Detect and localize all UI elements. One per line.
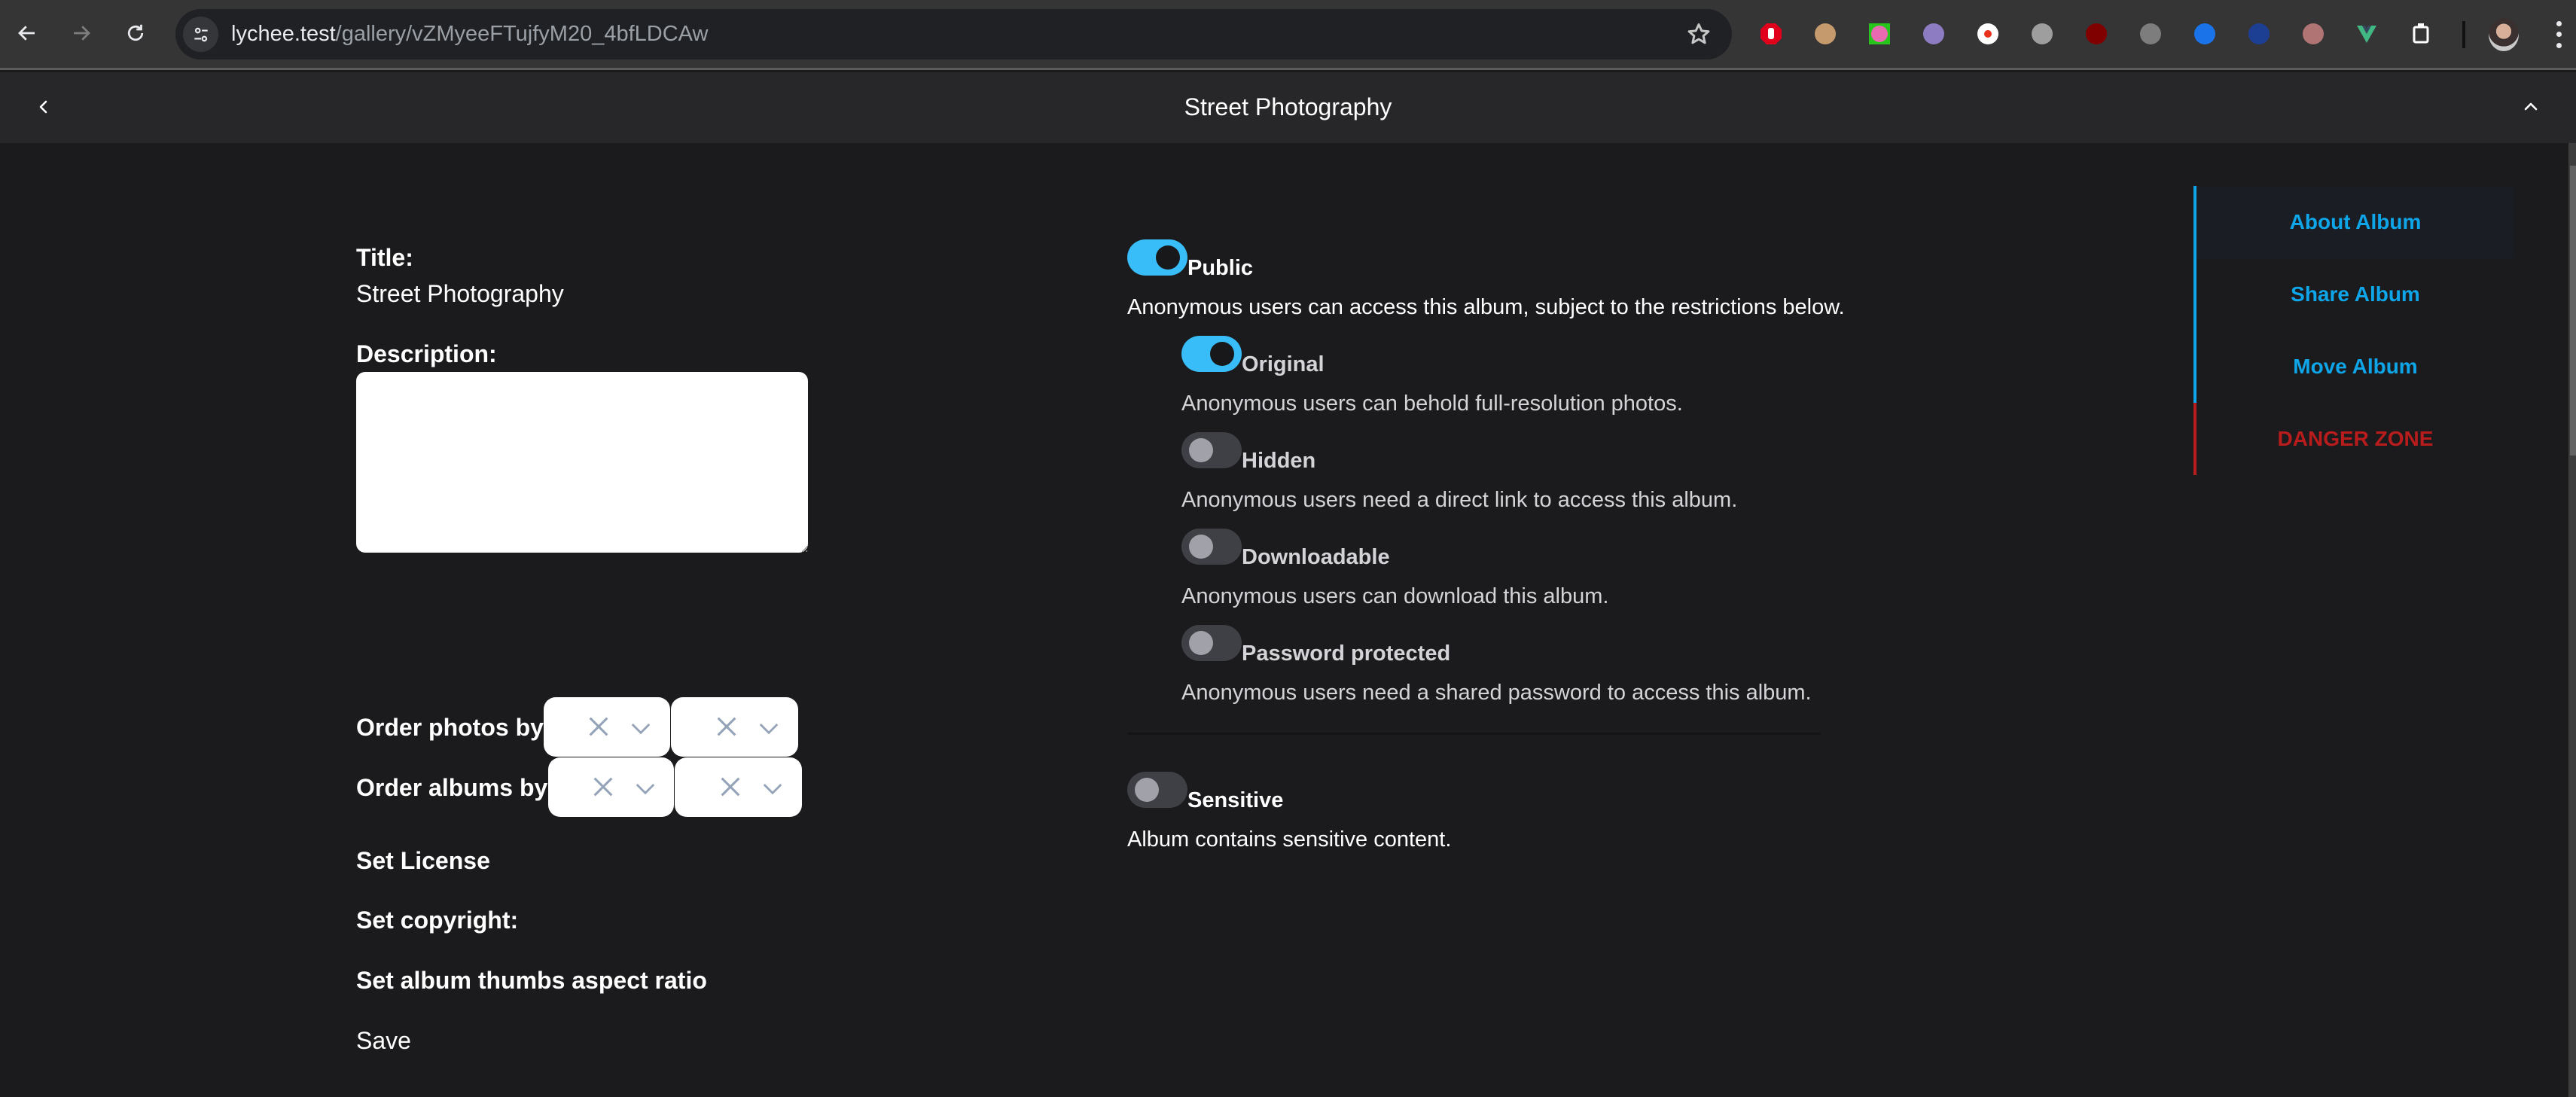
bookmark-star-icon[interactable]: [1685, 21, 1712, 48]
nav-danger-zone[interactable]: DANGER ZONE: [2193, 403, 2514, 475]
site-settings-button[interactable]: [183, 17, 218, 52]
downloadable-label: Downloadable: [1242, 545, 1390, 569]
screen-capture-icon[interactable]: [2192, 21, 2218, 47]
description-label: Description:: [356, 340, 497, 367]
hidden-toggle[interactable]: [1181, 432, 1242, 468]
scrollbar-thumb[interactable]: [2570, 166, 2576, 456]
section-divider: [1127, 733, 1820, 735]
hidden-description: Anonymous users need a direct link to ac…: [1181, 488, 1738, 512]
hidden-label: Hidden: [1242, 449, 1316, 473]
sensitive-label: Sensitive: [1187, 788, 1284, 812]
toggle-knob: [1189, 535, 1213, 559]
order-albums-label: Order albums by: [356, 774, 548, 801]
set-license-label[interactable]: Set License: [356, 846, 490, 875]
address-bar[interactable]: lychee.test/gallery/vZMyeeFTujfyM20_4bfL…: [175, 9, 1732, 59]
toggle-knob: [1156, 245, 1180, 270]
toolbar-separator: [2462, 21, 2465, 48]
browser-toolbar: lychee.test/gallery/vZMyeeFTujfyM20_4bfL…: [0, 0, 2576, 70]
glasses-face-icon[interactable]: [1812, 21, 1838, 47]
downloadable-toggle[interactable]: [1181, 529, 1242, 565]
record-icon[interactable]: [1975, 21, 2001, 47]
clear-icon[interactable]: [718, 774, 743, 800]
original-toggle[interactable]: [1181, 336, 1242, 372]
album-settings-nav: About Album Share Album Move Album DANGE…: [2193, 186, 2514, 475]
extensions-puzzle-icon[interactable]: [2409, 21, 2434, 47]
url-host: lychee.test: [231, 22, 336, 46]
candy-icon[interactable]: [1867, 21, 1892, 47]
sensitive-description: Album contains sensitive content.: [1127, 827, 1452, 852]
toggle-knob: [1189, 438, 1213, 462]
public-description: Anonymous users can access this album, s…: [1127, 295, 1845, 319]
collapse-button[interactable]: [2517, 93, 2544, 120]
profile-avatar[interactable]: [2489, 18, 2519, 51]
set-copyright-label[interactable]: Set copyright:: [356, 906, 518, 934]
save-button[interactable]: Save: [356, 1026, 411, 1055]
ublock-icon[interactable]: [2084, 21, 2109, 47]
title-value[interactable]: Street Photography: [356, 279, 564, 308]
clear-icon[interactable]: [714, 714, 739, 739]
csp-shield-icon[interactable]: [2138, 21, 2163, 47]
description-textarea[interactable]: [356, 372, 808, 553]
downloadable-description: Anonymous users can download this album.: [1181, 584, 1609, 608]
browser-reload-button[interactable]: [119, 17, 152, 50]
chevron-down-icon[interactable]: [634, 777, 657, 800]
browser-back-button[interactable]: [11, 17, 44, 50]
page-scrollbar[interactable]: [2568, 143, 2576, 1097]
public-label: Public: [1187, 256, 1254, 280]
nav-about-album[interactable]: About Album: [2193, 186, 2514, 258]
page-title: Street Photography: [1184, 93, 1392, 120]
browser-menu-button[interactable]: [2553, 18, 2565, 51]
toggle-knob: [1189, 631, 1213, 655]
toggle-knob: [1135, 778, 1159, 802]
octocat-icon[interactable]: [1921, 21, 1946, 47]
order-albums-column-select[interactable]: [548, 757, 674, 817]
chevron-down-icon[interactable]: [761, 777, 784, 800]
original-description: Anonymous users can behold full-resoluti…: [1181, 392, 1683, 416]
title-label: Title:: [356, 244, 413, 271]
nav-move-album[interactable]: Move Album: [2193, 331, 2514, 403]
password-protected-label: Password protected: [1242, 641, 1451, 666]
chevron-up-icon: [2524, 102, 2538, 111]
clear-icon[interactable]: [590, 774, 616, 800]
vue-devtools-icon[interactable]: [2355, 21, 2380, 47]
password-protected-toggle[interactable]: [1181, 625, 1242, 661]
chevron-down-icon[interactable]: [758, 717, 780, 739]
eu-lock-icon[interactable]: [2246, 21, 2272, 47]
url-path: /gallery/vZMyeeFTujfyM20_4bfLDCAw: [335, 22, 709, 46]
order-photos-direction-select[interactable]: [671, 697, 798, 757]
order-photos-column-select[interactable]: [544, 697, 670, 757]
sensitive-toggle[interactable]: [1127, 772, 1187, 808]
public-toggle[interactable]: [1127, 239, 1187, 276]
adblock-icon[interactable]: [1758, 21, 1784, 47]
browser-forward-button[interactable]: [65, 17, 98, 50]
app-header: Street Photography: [0, 72, 2576, 143]
order-photos-label: Order photos by: [356, 714, 544, 741]
url-text[interactable]: lychee.test/gallery/vZMyeeFTujfyM20_4bfL…: [231, 21, 708, 47]
reload-icon: [127, 24, 144, 41]
clear-icon[interactable]: [586, 714, 611, 739]
original-label: Original: [1242, 352, 1325, 376]
chevron-down-icon[interactable]: [630, 717, 652, 739]
toggle-knob: [1210, 342, 1234, 366]
order-albums-direction-select[interactable]: [675, 757, 802, 817]
arrow-left-icon: [18, 26, 35, 41]
nav-share-album[interactable]: Share Album: [2193, 258, 2514, 331]
password-protected-description: Anonymous users need a shared password t…: [1181, 681, 1812, 705]
cookie-icon[interactable]: [2300, 21, 2326, 47]
arrow-right-icon: [74, 26, 90, 41]
set-aspect-ratio-label[interactable]: Set album thumbs aspect ratio: [356, 966, 707, 995]
joystick-icon[interactable]: [2029, 21, 2055, 47]
tune-icon: [194, 27, 208, 41]
